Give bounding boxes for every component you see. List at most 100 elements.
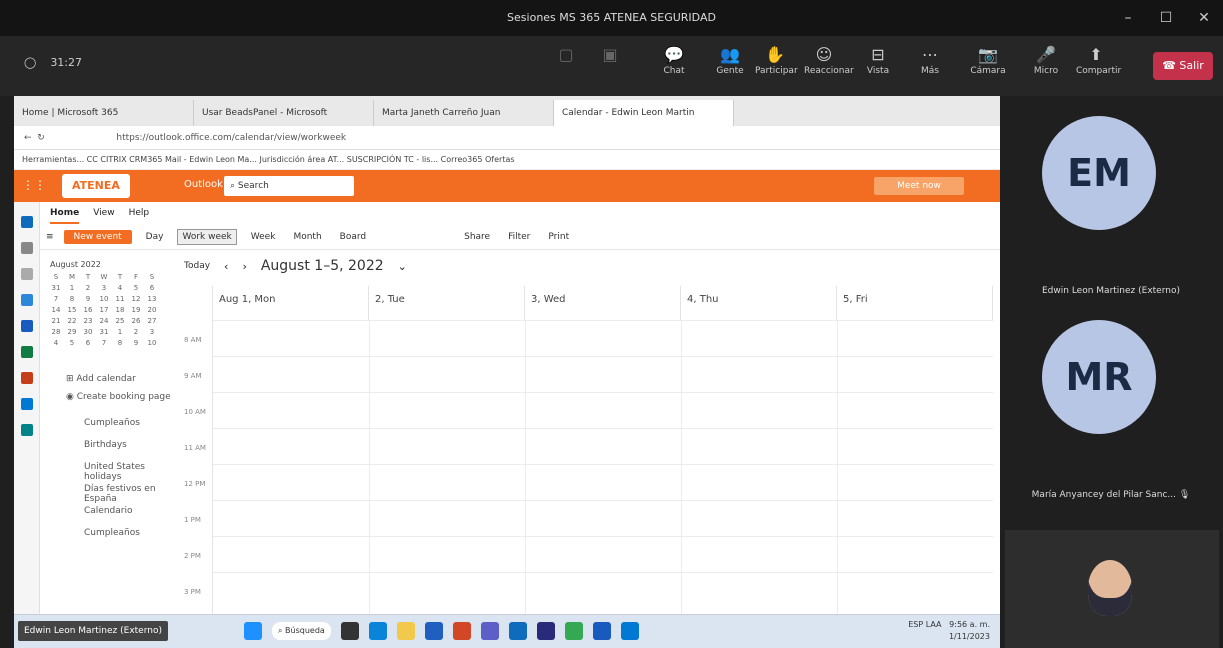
meet-now-button[interactable]: Meet now — [874, 177, 964, 195]
outlook-header: ⋮⋮ ATENEA Outlook ⌕ Search Meet now — [14, 170, 1000, 202]
taskbar-search[interactable]: ⌕ Búsqueda — [272, 622, 331, 640]
calendar-list-item[interactable]: Birthdays — [84, 440, 127, 450]
work-week-grid[interactable]: Aug 1, Mon 2, Tue 3, Wed 4, Thu 5, Fri — [212, 286, 993, 648]
browser-tab[interactable]: Usar BeadsPanel - Microsoft — [194, 100, 374, 126]
filter-button[interactable]: Filter — [504, 230, 534, 244]
tab-help[interactable]: Help — [129, 202, 150, 224]
month-view-button[interactable]: Month — [289, 230, 325, 244]
day-divider — [525, 320, 526, 648]
back-icon[interactable]: ← — [24, 133, 32, 143]
week-view-button[interactable]: Week — [247, 230, 280, 244]
teams-icon[interactable] — [480, 622, 499, 640]
print-button[interactable]: Print — [544, 230, 573, 244]
phone-icon: ☎ — [1162, 59, 1176, 72]
camera-button[interactable]: 📷 Cámara — [968, 44, 1008, 76]
word-app-icon[interactable] — [21, 320, 33, 332]
self-video-tile[interactable] — [1005, 530, 1219, 648]
board-view-button[interactable]: Board — [336, 230, 370, 244]
people-app-icon[interactable] — [21, 242, 33, 254]
participant-name: Edwin Leon Martinez (Externo) — [1042, 286, 1180, 296]
chat-button[interactable]: 💬 Chat — [654, 44, 694, 76]
app-launcher-icon[interactable]: ⋮⋮ — [22, 178, 46, 192]
address-bar[interactable]: ← ↻ https://outlook.office.com/calendar/… — [14, 126, 1000, 150]
prev-week-icon[interactable]: ‹ — [224, 260, 228, 273]
word-icon[interactable] — [592, 622, 611, 640]
file-explorer-icon[interactable] — [396, 622, 415, 640]
hour-line — [213, 392, 993, 393]
browser-tab[interactable]: Marta Janeth Carreño Juan — [374, 100, 554, 126]
onedrive-app-icon[interactable] — [21, 398, 33, 410]
sway-app-icon[interactable] — [21, 424, 33, 436]
calendar-list-item[interactable]: United States holidays — [84, 462, 178, 482]
system-tray[interactable]: ESP LAA 9:56 a. m. 1/11/2023 — [908, 619, 990, 643]
url-text: https://outlook.office.com/calendar/view… — [116, 133, 347, 143]
store-icon[interactable] — [424, 622, 443, 640]
timer-text: 31:27 — [50, 56, 83, 69]
share-button[interactable]: ⬆ Compartir — [1076, 44, 1121, 76]
hamburger-icon[interactable]: ≡ — [46, 232, 54, 242]
excel-app-icon[interactable] — [21, 346, 33, 358]
day-header: 2, Tue — [369, 286, 525, 320]
refresh-icon[interactable]: ↻ — [37, 133, 45, 143]
calendar-list-item[interactable]: Días festivos en España — [84, 484, 178, 504]
calendar-list-item[interactable]: Cumpleaños — [84, 528, 140, 538]
disabled-button: ▢ — [558, 45, 574, 64]
react-button[interactable]: ☺ Reaccionar — [804, 44, 854, 76]
tab-home[interactable]: Home — [50, 202, 80, 224]
calendar-list-item[interactable]: Cumpleaños — [84, 418, 140, 428]
outlook-icon[interactable] — [508, 622, 527, 640]
calendar-list-item[interactable]: Calendario — [84, 506, 132, 516]
office-icon[interactable] — [452, 622, 471, 640]
powerpoint-app-icon[interactable] — [21, 372, 33, 384]
hour-line — [213, 536, 993, 537]
windows-start-icon[interactable] — [244, 622, 262, 640]
raise-hand-button[interactable]: ✋ Participar — [755, 44, 798, 76]
chrome-icon[interactable] — [564, 622, 583, 640]
tab-view[interactable]: View — [93, 202, 114, 224]
app-icon[interactable] — [620, 622, 639, 640]
calendar-app-icon[interactable] — [21, 216, 33, 228]
task-view-icon[interactable] — [340, 622, 359, 640]
new-event-button[interactable]: New event — [63, 229, 132, 244]
work-week-view-button[interactable]: Work week — [177, 228, 237, 245]
calendar-toolbar: ≡ New event Day Work week Week Month Boa… — [40, 224, 1000, 250]
leave-button[interactable]: ☎ Salir — [1153, 52, 1213, 80]
add-calendar-link[interactable]: ⊞ Add calendar — [66, 374, 136, 384]
people-button[interactable]: 👥 Gente — [710, 44, 750, 76]
day-header: 5, Fri — [837, 286, 993, 320]
booking-page-link[interactable]: ◉ Create booking page — [66, 392, 171, 402]
day-view-button[interactable]: Day — [142, 230, 168, 244]
taskbar-icons: ⌕ Búsqueda — [244, 622, 639, 640]
chat-icon: 💬 — [664, 45, 684, 64]
day-divider — [681, 320, 682, 648]
date-range-title[interactable]: August 1–5, 2022 — [261, 258, 384, 274]
favorites-text[interactable]: Herramientas... CC CITRIX CRM365 Mail - … — [22, 155, 515, 164]
edge-icon[interactable] — [368, 622, 387, 640]
people-icon: 👥 — [720, 45, 740, 64]
app-rail — [14, 202, 40, 648]
shield-icon: ◯ — [24, 56, 37, 69]
reaction-icon: ☺ — [815, 45, 833, 64]
browser-tab[interactable]: Home | Microsoft 365 — [14, 100, 194, 126]
chevron-down-icon[interactable]: ⌄ — [398, 260, 407, 273]
todo-app-icon[interactable] — [21, 294, 33, 306]
close-button[interactable]: ✕ — [1185, 0, 1223, 36]
next-week-icon[interactable]: › — [242, 260, 246, 273]
maximize-button[interactable]: ☐ — [1147, 0, 1185, 36]
day-header: 3, Wed — [525, 286, 681, 320]
attach-app-icon[interactable] — [21, 268, 33, 280]
camera-icon: 📷 — [978, 45, 998, 64]
app-icon[interactable] — [536, 622, 555, 640]
time-label: 2 PM — [184, 552, 201, 560]
mic-button[interactable]: 🎤 Micro — [1026, 44, 1066, 76]
meeting-timer: ◯ 31:27 — [24, 56, 82, 69]
mini-calendar[interactable]: August 2022 SMTWTFS 31 1 2 3 4 5 6 7 8 9 10 11 12 13… — [50, 260, 170, 350]
time-label: 8 AM — [184, 336, 202, 344]
today-button[interactable]: Today — [184, 261, 210, 271]
view-button[interactable]: ⊟ Vista — [858, 44, 898, 76]
browser-tab-active[interactable]: Calendar - Edwin Leon Martin — [554, 100, 734, 126]
minimize-button[interactable]: – — [1109, 0, 1147, 36]
more-button[interactable]: ⋯ Más — [910, 44, 950, 76]
search-input[interactable]: ⌕ Search — [224, 176, 354, 196]
share-calendar-button[interactable]: Share — [460, 230, 494, 244]
